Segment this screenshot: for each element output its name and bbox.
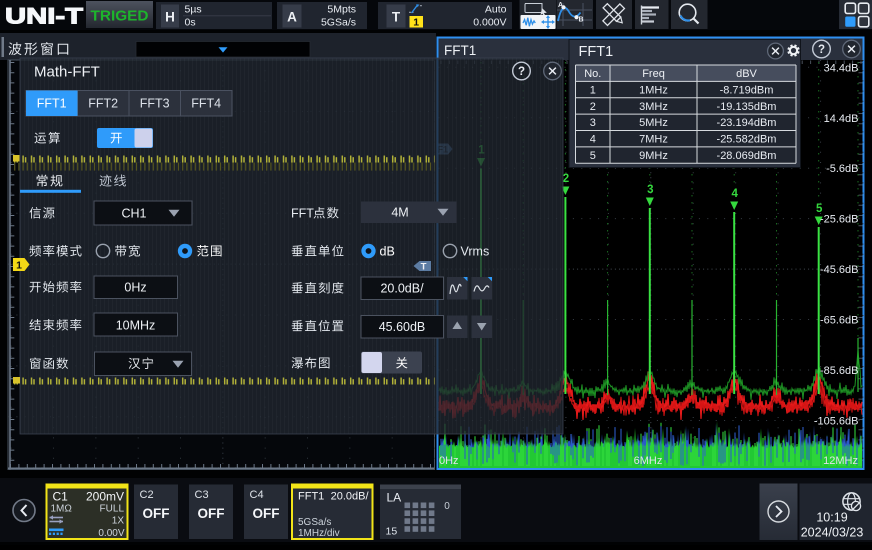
svg-text:FFT1: FFT1 bbox=[579, 44, 614, 60]
svg-text:0.00V: 0.00V bbox=[98, 528, 124, 539]
svg-text:45.60dB: 45.60dB bbox=[379, 320, 426, 334]
svg-text:-25.6dB: -25.6dB bbox=[820, 214, 859, 226]
svg-text:34.4dB: 34.4dB bbox=[824, 62, 859, 74]
svg-text:?: ? bbox=[518, 66, 525, 78]
svg-text:C1: C1 bbox=[53, 490, 69, 504]
svg-text:2: 2 bbox=[590, 101, 596, 113]
svg-text:5GSa/s: 5GSa/s bbox=[298, 517, 331, 528]
svg-text:20.0dB/: 20.0dB/ bbox=[380, 282, 424, 296]
svg-text:-23.194dBm: -23.194dBm bbox=[717, 117, 777, 129]
svg-text:-28.069dBm: -28.069dBm bbox=[717, 150, 777, 162]
svg-text:10MHz: 10MHz bbox=[116, 319, 156, 333]
svg-text:OFF: OFF bbox=[143, 506, 170, 521]
svg-text:4: 4 bbox=[590, 134, 596, 146]
svg-text:14.4dB: 14.4dB bbox=[824, 113, 859, 125]
svg-text:5GSa/s: 5GSa/s bbox=[321, 17, 356, 29]
svg-text:B: B bbox=[578, 17, 583, 24]
svg-text:LA: LA bbox=[387, 491, 402, 505]
svg-text:9MHz: 9MHz bbox=[639, 150, 668, 162]
svg-text:0Hz: 0Hz bbox=[124, 281, 146, 295]
svg-text:Vrms: Vrms bbox=[461, 245, 490, 259]
svg-text:H: H bbox=[165, 10, 175, 25]
svg-text:OFF: OFF bbox=[198, 506, 225, 521]
svg-text:-65.6dB: -65.6dB bbox=[820, 315, 859, 327]
svg-text:-105.6dB: -105.6dB bbox=[814, 416, 859, 428]
svg-text:T: T bbox=[392, 10, 401, 25]
svg-text:4: 4 bbox=[731, 188, 738, 200]
svg-text:CH1: CH1 bbox=[121, 207, 146, 221]
svg-text:6MHz: 6MHz bbox=[634, 455, 663, 467]
svg-text:UNI-T: UNI-T bbox=[5, 4, 84, 29]
svg-text:0: 0 bbox=[444, 501, 450, 512]
svg-text:200mV: 200mV bbox=[86, 490, 124, 504]
svg-text:5: 5 bbox=[590, 150, 596, 162]
svg-text:2: 2 bbox=[563, 173, 569, 185]
svg-text:C3: C3 bbox=[195, 489, 209, 501]
svg-text:C4: C4 bbox=[250, 489, 264, 501]
svg-text:3: 3 bbox=[590, 117, 596, 129]
svg-text:FFT1: FFT1 bbox=[298, 491, 324, 503]
svg-text:0.000V: 0.000V bbox=[473, 17, 506, 29]
svg-text:2024/03/23: 2024/03/23 bbox=[801, 526, 864, 540]
svg-text:OFF: OFF bbox=[253, 506, 280, 521]
svg-text:-19.135dBm: -19.135dBm bbox=[717, 101, 777, 113]
svg-text:Freq: Freq bbox=[642, 68, 665, 80]
svg-text:5MHz: 5MHz bbox=[639, 117, 668, 129]
svg-text:1: 1 bbox=[413, 17, 419, 29]
svg-text:FFT: FFT bbox=[291, 207, 314, 221]
svg-text:-5.6dB: -5.6dB bbox=[826, 163, 858, 175]
svg-text:3MHz: 3MHz bbox=[639, 101, 668, 113]
svg-text:10:19: 10:19 bbox=[816, 511, 847, 525]
svg-text:Math-FFT: Math-FFT bbox=[34, 64, 100, 81]
svg-text:1X: 1X bbox=[112, 516, 125, 527]
svg-text:12MHz: 12MHz bbox=[823, 455, 858, 467]
svg-text:FFT3: FFT3 bbox=[140, 97, 170, 111]
svg-text:No.: No. bbox=[584, 68, 601, 80]
svg-text:0s: 0s bbox=[185, 17, 196, 29]
svg-text:1: 1 bbox=[590, 84, 596, 96]
svg-text:1MHz: 1MHz bbox=[639, 84, 668, 96]
svg-text:dB: dB bbox=[380, 245, 395, 259]
svg-text:TRIGED: TRIGED bbox=[91, 8, 149, 25]
svg-text:4M: 4M bbox=[391, 206, 408, 220]
svg-text:1MHz/div: 1MHz/div bbox=[298, 528, 340, 539]
svg-text:5Mpts: 5Mpts bbox=[327, 4, 356, 16]
svg-text:-8.719dBm: -8.719dBm bbox=[720, 84, 774, 96]
svg-text:3: 3 bbox=[647, 184, 653, 196]
svg-text:-45.6dB: -45.6dB bbox=[820, 264, 859, 276]
svg-text:FFT4: FFT4 bbox=[191, 97, 221, 111]
svg-text:A: A bbox=[558, 2, 563, 9]
svg-text:dBV: dBV bbox=[736, 68, 757, 80]
svg-text:C2: C2 bbox=[140, 489, 154, 501]
svg-text:7MHz: 7MHz bbox=[639, 134, 668, 146]
svg-text:15: 15 bbox=[386, 526, 398, 538]
svg-text:5µs: 5µs bbox=[185, 4, 202, 16]
svg-text:20.0dB/: 20.0dB/ bbox=[331, 491, 370, 503]
svg-text:T: T bbox=[421, 262, 427, 273]
svg-text:?: ? bbox=[818, 44, 825, 56]
svg-text:A: A bbox=[287, 10, 297, 25]
svg-text:1: 1 bbox=[16, 259, 22, 271]
svg-text:-25.582dBm: -25.582dBm bbox=[717, 134, 777, 146]
svg-text:FFT2: FFT2 bbox=[88, 97, 118, 111]
svg-text:1MΩ: 1MΩ bbox=[51, 504, 73, 515]
svg-text:Auto: Auto bbox=[485, 4, 507, 16]
svg-text:FFT1: FFT1 bbox=[37, 97, 67, 111]
svg-text:FULL: FULL bbox=[100, 504, 125, 515]
svg-text:0Hz: 0Hz bbox=[439, 455, 459, 467]
svg-text:FFT1: FFT1 bbox=[444, 43, 476, 58]
svg-text:-85.6dB: -85.6dB bbox=[820, 365, 859, 377]
